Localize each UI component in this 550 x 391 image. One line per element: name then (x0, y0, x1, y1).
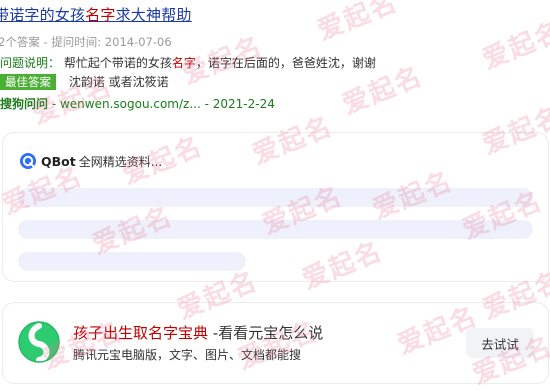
title-part-1[interactable]: 带诺字的女孩 (0, 6, 85, 24)
source-url-date[interactable]: - wenwen.sogou.com/z... - 2021-2-24 (48, 97, 275, 111)
qbot-name: QBot (41, 153, 76, 169)
source-name[interactable]: 搜狗问问 (0, 97, 48, 111)
qbot-logo-icon (20, 153, 36, 169)
try-button[interactable]: 去试试 (466, 328, 534, 358)
watermark-text: 爱起名 (478, 16, 550, 76)
qbot-card: QBot 全网精选资料... (2, 132, 549, 282)
qbot-header: QBot 全网精选资料... (19, 152, 162, 170)
qbot-status: 全网精选资料... (78, 154, 163, 169)
question-text-2: ，诺字在后面的，爸爸姓沈，谢谢 (195, 56, 376, 70)
result-meta: 2个答案 - 提问时间: 2014-07-06 (0, 35, 172, 49)
question-description: 问题说明： 帮忙起个带诺的女孩名字，诺字在后面的，爸爸姓沈，谢谢 (0, 54, 376, 71)
app-card-title[interactable]: 孩子出生取名字宝典 -看看元宝怎么说 (73, 322, 323, 343)
title-part-2[interactable]: 求大神帮助 (116, 6, 192, 24)
yuanbao-logo-icon (18, 321, 60, 363)
question-label: 问题说明： (0, 56, 61, 70)
app-promo-card[interactable]: 孩子出生取名字宝典 -看看元宝怎么说 腾讯元宝电脑版，文字、图片、文档都能搜 去… (2, 302, 549, 384)
loading-skeleton-line (18, 220, 533, 239)
app-card-title-rest[interactable]: -看看元宝怎么说 (208, 324, 323, 342)
best-answer-badge: 最佳答案 (0, 74, 56, 90)
loading-skeleton-line (18, 252, 246, 271)
result-source-link[interactable]: 搜狗问问 - wenwen.sogou.com/z... - 2021-2-24 (0, 95, 275, 112)
title-keyword[interactable]: 名字 (85, 6, 115, 24)
app-card-title-highlight[interactable]: 孩子出生取名字宝典 (73, 324, 208, 342)
loading-skeleton-line (18, 188, 533, 207)
app-card-subtitle: 腾讯元宝电脑版，文字、图片、文档都能搜 (73, 348, 302, 362)
question-keyword: 名字 (171, 56, 196, 70)
watermark-text: 爱起名 (313, 0, 403, 47)
question-text-1: 帮忙起个带诺的女孩 (63, 56, 172, 70)
result-title-link[interactable]: 带诺字的女孩名字求大神帮助 (0, 4, 192, 25)
best-answer-row: 最佳答案 沈韵诺 或者沈筱诺 (0, 73, 169, 90)
best-answer-text: 沈韵诺 或者沈筱诺 (68, 75, 169, 89)
